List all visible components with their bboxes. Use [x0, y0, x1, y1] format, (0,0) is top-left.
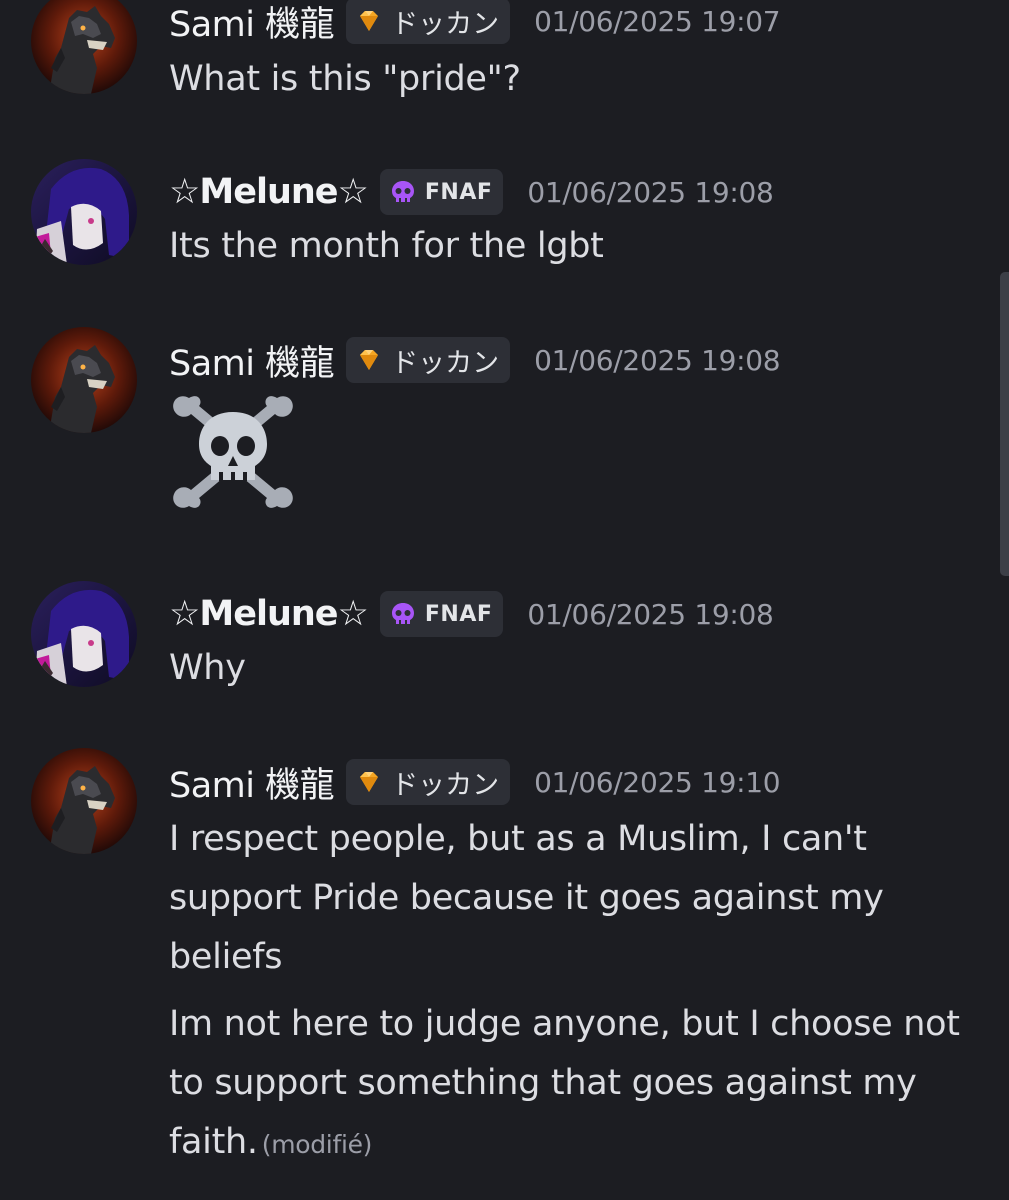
melune-avatar-icon	[31, 581, 137, 687]
message-header: Sami 機龍 ドッカン 01/06/2025 19:07	[169, 0, 781, 47]
scrollbar[interactable]	[1000, 272, 1009, 576]
username[interactable]: ☆Melune☆	[169, 594, 369, 634]
message-line: What is this "pride"?	[169, 59, 521, 99]
timestamp: 01/06/2025 19:10	[534, 765, 781, 799]
orange-diamond-gem-icon	[355, 346, 383, 374]
message-header: Sami 機龍 ドッカン 01/06/2025 19:10	[169, 757, 781, 808]
server-tag-label: FNAF	[424, 601, 493, 627]
orange-diamond-gem-icon	[355, 768, 383, 796]
sami-avatar-icon	[31, 327, 137, 433]
timestamp: 01/06/2025 19:08	[527, 175, 774, 209]
sami-avatar-icon	[31, 748, 137, 854]
avatar[interactable]	[31, 327, 137, 433]
timestamp: 01/06/2025 19:08	[534, 343, 781, 377]
purple-skull-icon	[389, 600, 417, 628]
message-content: Why	[169, 639, 989, 698]
message-header: Sami 機龍 ドッカン 01/06/2025 19:08	[169, 335, 781, 386]
message-header: ☆Melune☆ FNAF 01/06/2025 19:08	[169, 167, 774, 217]
message-content: Im not here to judge anyone, but I choos…	[169, 995, 999, 1174]
username[interactable]: ☆Melune☆	[169, 172, 369, 212]
avatar[interactable]	[31, 0, 137, 94]
avatar[interactable]	[31, 159, 137, 265]
orange-diamond-gem-icon	[355, 7, 383, 35]
timestamp: 01/06/2025 19:08	[527, 597, 774, 631]
server-tag[interactable]: FNAF	[379, 591, 504, 637]
username[interactable]: Sami 機龍	[169, 335, 335, 386]
server-tag[interactable]: ドッカン	[346, 337, 511, 383]
username[interactable]: Sami 機龍	[169, 0, 335, 47]
username[interactable]: Sami 機龍	[169, 757, 335, 808]
server-tag[interactable]: FNAF	[379, 169, 504, 215]
timestamp: 01/06/2025 19:07	[534, 4, 781, 38]
emoji-message[interactable]	[169, 388, 297, 520]
message-content: Its the month for the lgbt	[169, 217, 989, 276]
message-line: Its the month for the lgbt	[169, 226, 604, 266]
melune-avatar-icon	[31, 159, 137, 265]
message-line: I respect people, but as a Muslim, I can…	[169, 819, 884, 977]
edited-label: (modifié)	[261, 1130, 373, 1159]
sami-avatar-icon	[31, 0, 137, 94]
purple-skull-icon	[389, 178, 417, 206]
server-tag[interactable]: ドッカン	[346, 759, 511, 805]
server-tag-label: ドッカン	[391, 347, 500, 379]
message-content: I respect people, but as a Muslim, I can…	[169, 810, 979, 987]
message-content: What is this "pride"?	[169, 50, 989, 109]
avatar[interactable]	[31, 581, 137, 687]
skull-and-crossbones-emoji-icon	[169, 388, 297, 516]
server-tag-label: ドッカン	[391, 8, 500, 40]
server-tag-label: ドッカン	[391, 769, 500, 801]
server-tag[interactable]: ドッカン	[346, 0, 511, 44]
avatar[interactable]	[31, 748, 137, 854]
server-tag-label: FNAF	[424, 179, 493, 205]
message-header: ☆Melune☆ FNAF 01/06/2025 19:08	[169, 589, 774, 639]
message-line: Why	[169, 648, 246, 688]
